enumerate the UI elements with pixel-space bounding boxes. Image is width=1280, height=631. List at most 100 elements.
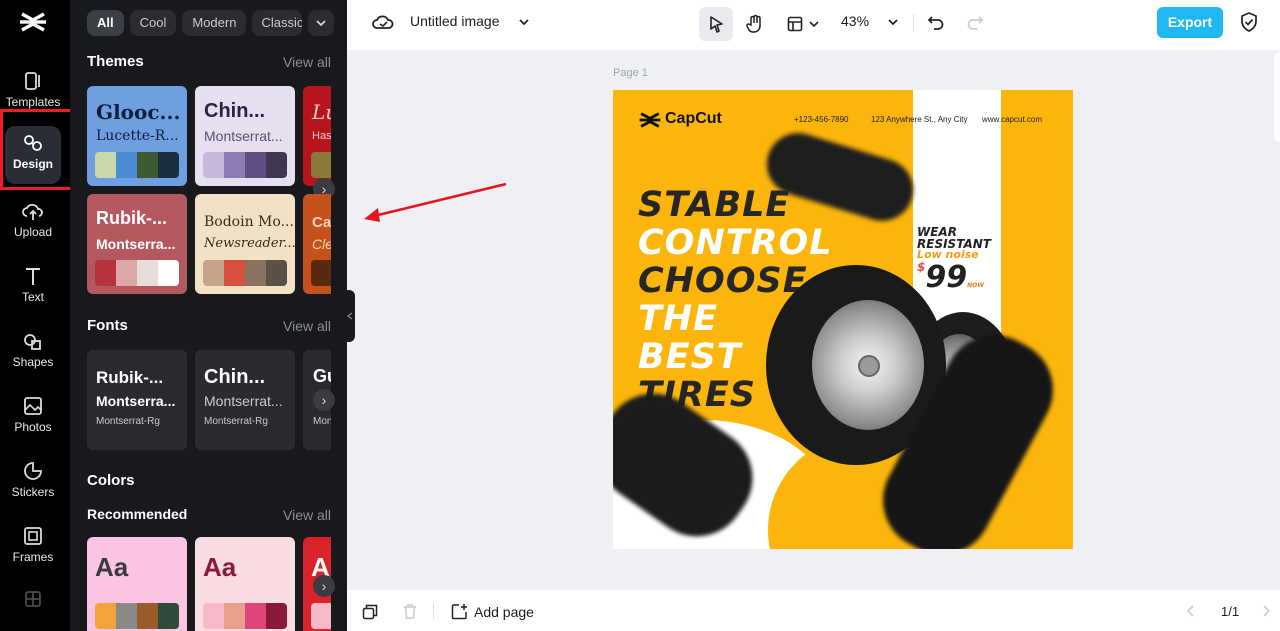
export-button[interactable]: Export <box>1157 7 1223 38</box>
theme-card-font: Lu <box>312 100 331 124</box>
theme-card-2[interactable]: Chin... Montserrat... <box>195 86 295 186</box>
shapes-icon <box>24 334 41 350</box>
theme-card-font: Rubik-... <box>96 208 167 228</box>
color-card-aa: Aa <box>95 552 129 582</box>
themes-view-all[interactable]: View all <box>283 54 331 70</box>
layout-tool[interactable] <box>779 7 825 41</box>
right-edge-handle[interactable] <box>1274 52 1280 142</box>
chips-more-button[interactable] <box>308 10 335 36</box>
undo-icon[interactable] <box>927 13 945 31</box>
document-title[interactable]: Untitled image <box>410 13 500 29</box>
rail-shapes[interactable]: Shapes <box>0 324 66 384</box>
duplicate-page-icon[interactable] <box>362 604 378 620</box>
font-card-1[interactable]: Rubik-... Montserra... Montserrat-Rg <box>87 350 187 450</box>
theme-card-5[interactable]: Bodoin Mo... Newsreader... <box>195 194 295 294</box>
poster-price: $99NOW <box>917 260 984 295</box>
theme-card-swatches <box>95 152 179 178</box>
recommended-title: Recommended <box>87 506 188 522</box>
rail-photos-label: Photos <box>14 420 52 434</box>
poster-website: www.capcut.com <box>982 115 1043 124</box>
chip-all[interactable]: All <box>87 10 124 36</box>
photos-icon <box>24 397 42 415</box>
chevron-down-icon <box>316 20 327 27</box>
fonts-next-button[interactable]: › <box>313 389 335 411</box>
theme-card-font: Chin... <box>204 100 266 122</box>
theme-card-6[interactable]: Ca Cle <box>303 194 331 294</box>
chip-cool[interactable]: Cool <box>129 10 177 36</box>
color-card-swatches <box>203 603 287 629</box>
next-page-icon[interactable] <box>1262 605 1270 617</box>
select-tool[interactable] <box>699 7 733 41</box>
hand-tool[interactable] <box>738 7 772 41</box>
theme-card-sub: Newsreader... <box>204 236 295 251</box>
redo-icon[interactable] <box>966 13 984 31</box>
theme-card-3[interactable]: Lu Has <box>303 86 331 186</box>
colors-next-button[interactable]: › <box>313 575 335 597</box>
colors-view-all[interactable]: View all <box>283 507 331 523</box>
theme-card-font: Ca <box>312 214 331 231</box>
shield-icon[interactable] <box>1240 12 1258 32</box>
chevron-down-icon[interactable] <box>519 18 529 26</box>
colors-title: Colors <box>87 472 135 489</box>
rail-frames[interactable]: Frames <box>0 519 66 579</box>
color-card-2[interactable]: Aa <box>195 537 295 631</box>
poster-canvas[interactable]: CapCut +123-456-7890 123 Anywhere St., A… <box>613 90 1073 549</box>
apps-grid-icon[interactable] <box>24 590 42 608</box>
font-card-title: Gu <box>313 366 331 386</box>
price-now: NOW <box>967 282 984 289</box>
prev-page-icon[interactable] <box>1187 605 1195 617</box>
font-card-small: Montserrat-Rg <box>96 416 160 427</box>
zoom-level[interactable]: 43% <box>841 13 869 29</box>
theme-card-1[interactable]: Glooc... Lucette-R... <box>87 86 187 186</box>
color-card-aa: Aa <box>203 552 237 582</box>
rail-photos[interactable]: Photos <box>0 389 66 449</box>
theme-card-sub: Montserra... <box>96 236 176 252</box>
chip-modern[interactable]: Modern <box>182 10 247 36</box>
panel-collapse-handle[interactable] <box>345 290 355 342</box>
red-arrow-annotation <box>364 182 507 222</box>
theme-card-sub: Montserrat... <box>204 128 283 144</box>
poster-brand: CapCut <box>665 110 722 127</box>
poster-wear-resistant: WEAR RESISTANT <box>917 226 991 250</box>
chevron-down-icon <box>809 21 819 28</box>
theme-card-4[interactable]: Rubik-... Montserra... <box>87 194 187 294</box>
rail-templates-label: Templates <box>5 95 61 109</box>
color-card-swatches <box>311 603 331 629</box>
stickers-icon <box>24 462 42 480</box>
font-card-title: Rubik-... <box>96 368 164 387</box>
headline-line-2: CONTROL <box>638 223 833 263</box>
rail-shapes-label: Shapes <box>12 355 54 369</box>
chip-classic[interactable]: Classic <box>252 10 303 36</box>
font-card-2[interactable]: Chin... Montserrat... Montserrat-Rg <box>195 350 295 450</box>
theme-card-font: Bodoin Mo... <box>204 214 294 230</box>
font-card-small: Montserrat-Rg <box>204 416 268 427</box>
chevron-down-icon[interactable] <box>888 18 898 26</box>
fonts-view-all[interactable]: View all <box>283 318 331 334</box>
theme-card-swatches <box>203 260 287 286</box>
poster-address: 123 Anywhere St., Any City <box>871 115 968 124</box>
theme-card-sub: Has <box>312 130 331 142</box>
color-card-swatches <box>95 603 179 629</box>
color-card-1[interactable]: Aa <box>87 537 187 631</box>
trash-icon[interactable] <box>402 603 418 620</box>
rail-upload[interactable]: Upload <box>0 194 66 254</box>
toolbar-divider <box>913 14 914 32</box>
theme-card-swatches <box>95 260 179 286</box>
rail-upload-label: Upload <box>13 225 53 239</box>
design-panel: All Cool Modern Classic Themes View all … <box>70 0 347 631</box>
poster-phone: +123-456-7890 <box>794 115 849 124</box>
font-card-title: Chin... <box>204 366 266 388</box>
theme-card-swatches <box>311 260 331 286</box>
rail-stickers[interactable]: Stickers <box>0 454 66 514</box>
theme-card-swatches <box>311 152 331 178</box>
font-card-small: Mon <box>313 416 331 427</box>
capcut-logo-icon[interactable] <box>18 10 48 34</box>
cloud-save-icon[interactable] <box>372 13 394 31</box>
left-rail: Templates Design Upload Text Shapes Phot… <box>0 0 70 631</box>
fonts-title: Fonts <box>87 317 128 334</box>
font-card-sub: Montserrat... <box>204 393 283 409</box>
templates-icon <box>25 72 40 90</box>
rail-text[interactable]: Text <box>0 259 66 319</box>
add-page-icon <box>451 604 467 620</box>
capcut-brand-icon <box>639 112 661 128</box>
